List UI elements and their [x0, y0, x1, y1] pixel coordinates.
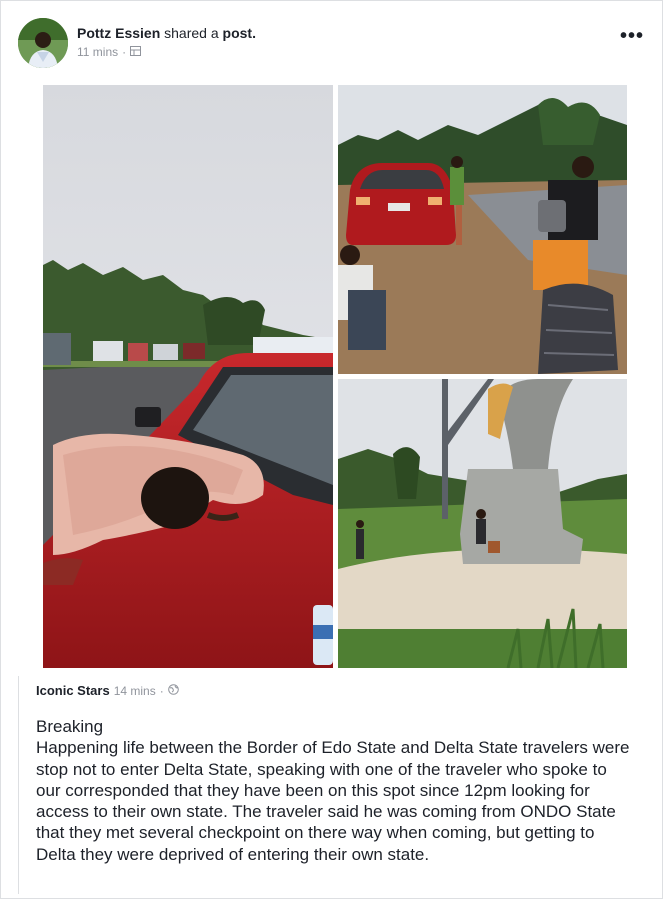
- meta-separator: ·: [122, 45, 127, 59]
- album-icon: [130, 45, 142, 59]
- author-avatar[interactable]: [18, 18, 68, 68]
- post-text: Happening life between the Border of Edo…: [36, 738, 630, 864]
- post-headline: Breaking: [36, 717, 104, 736]
- post-header: Pottz Essien shared a post.: [77, 25, 256, 41]
- globe-icon: [167, 683, 179, 698]
- post-body: Breaking Happening life between the Bord…: [36, 716, 636, 865]
- photo-travelers-by-red-car[interactable]: [338, 85, 627, 374]
- original-post: Iconic Stars 14 mins · Breaking Happenin…: [18, 676, 646, 894]
- original-post-header: Iconic Stars 14 mins ·: [36, 683, 179, 698]
- photo-man-on-car-hood[interactable]: [43, 85, 333, 668]
- more-options-button[interactable]: •••: [620, 26, 644, 46]
- shared-post-link[interactable]: post.: [223, 25, 256, 41]
- shared-post-card: Pottz Essien shared a post. 11 mins · ••…: [0, 0, 663, 899]
- photo-border-monument[interactable]: [338, 379, 627, 668]
- author-name[interactable]: Pottz Essien: [77, 25, 160, 41]
- original-author-name[interactable]: Iconic Stars: [36, 683, 110, 698]
- meta-separator: ·: [159, 683, 164, 698]
- post-timestamp[interactable]: 11 mins: [77, 45, 118, 59]
- post-meta: 11 mins ·: [77, 45, 142, 59]
- share-action-text: shared a: [164, 25, 219, 41]
- original-post-timestamp[interactable]: 14 mins: [114, 684, 156, 698]
